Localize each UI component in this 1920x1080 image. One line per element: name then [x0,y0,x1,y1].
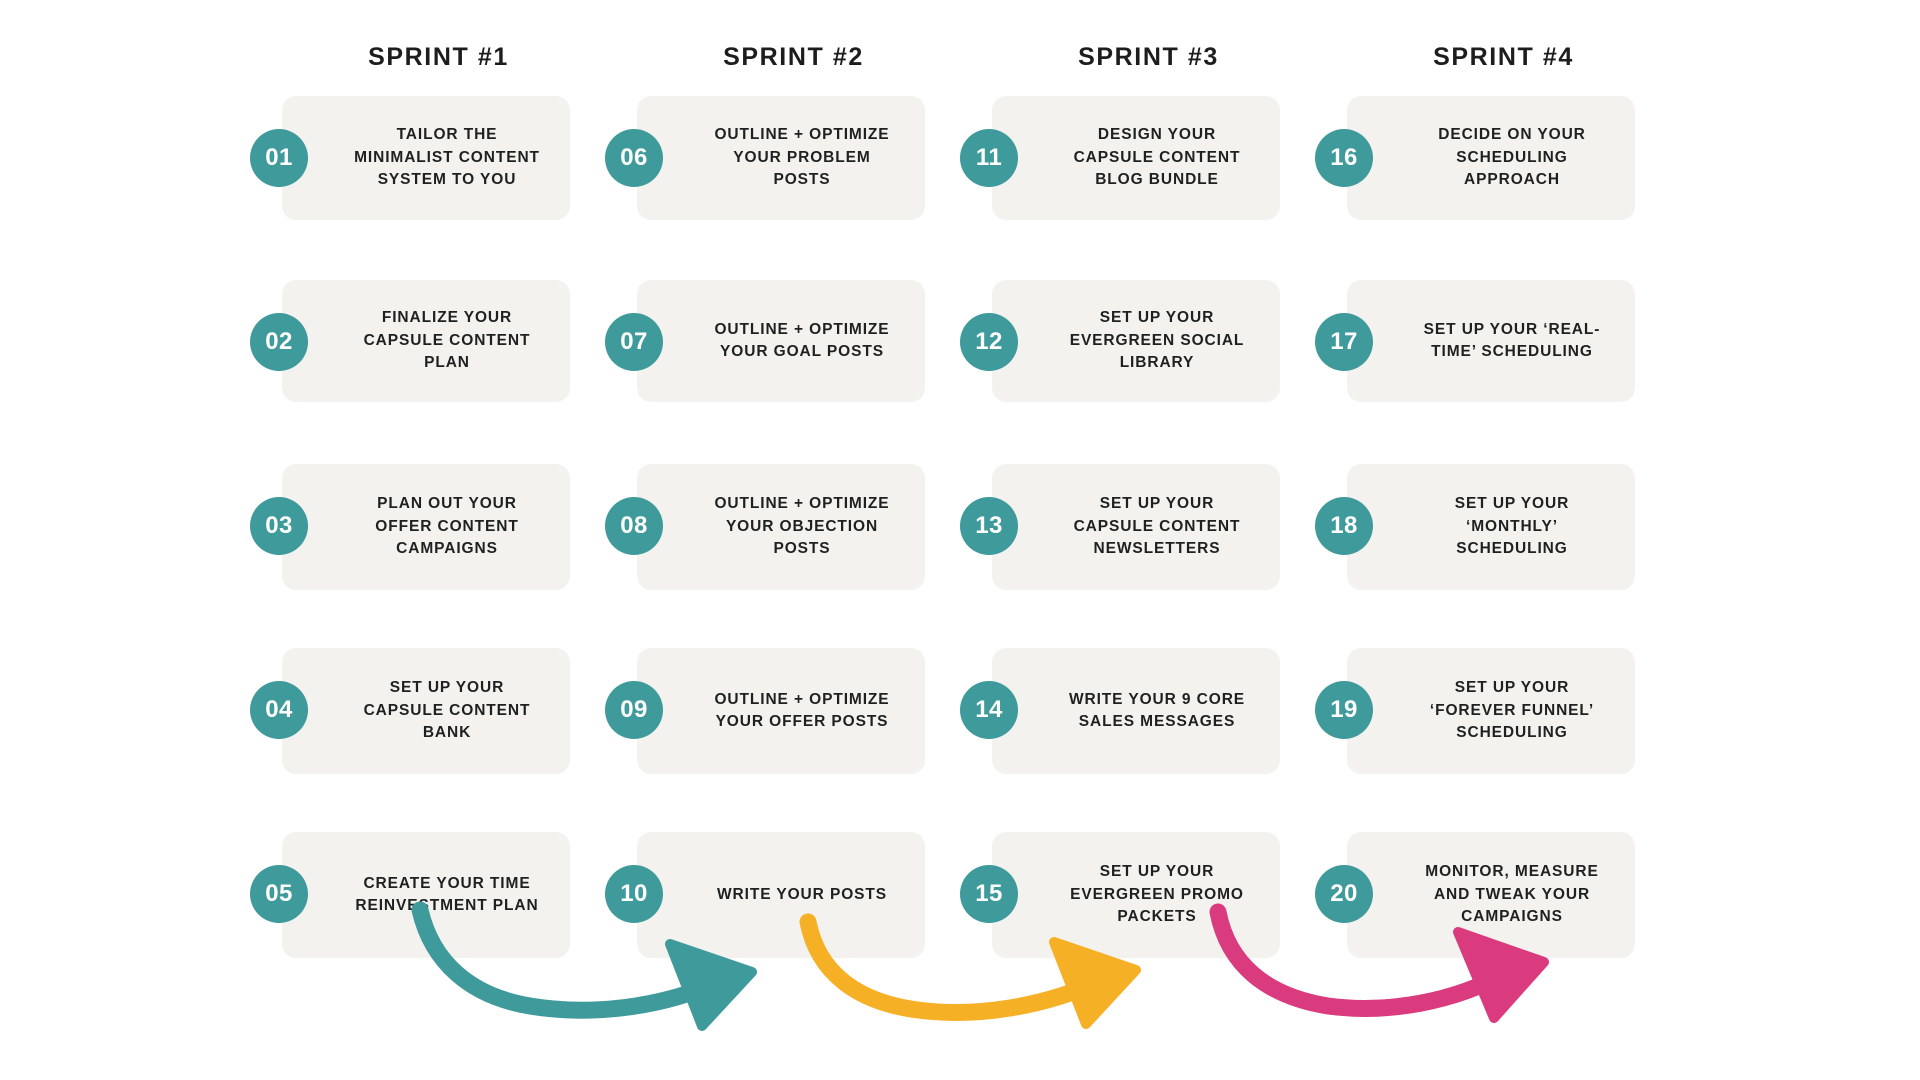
task-label: SET UP YOUR CAPSULE CONTENT NEWSLETTERS [1073,495,1241,558]
task-card[interactable]: SET UP YOUR CAPSULE CONTENT BANK [282,648,570,774]
sprint-task-item[interactable]: DECIDE ON YOUR SCHEDULING APPROACH 16 [1315,96,1670,262]
task-card[interactable]: SET UP YOUR ‘MONTHLY’ SCHEDULING [1347,464,1635,590]
sprint-task-item[interactable]: SET UP YOUR CAPSULE CONTENT NEWSLETTERS 1… [960,464,1315,630]
task-number-badge: 10 [605,865,663,923]
sprint-column-3: SPRINT #3 DESIGN YOUR CAPSULE CONTENT BLO… [960,40,1315,1016]
arrow-sprint2-to-sprint3 [799,913,1141,1029]
task-card[interactable]: OUTLINE + OPTIMIZE YOUR GOAL POSTS [637,280,925,402]
task-label: DESIGN YOUR CAPSULE CONTENT BLOG BUNDLE [1073,126,1241,189]
sprint-task-item[interactable]: SET UP YOUR EVERGREEN SOCIAL LIBRARY 12 [960,280,1315,446]
task-card[interactable]: FINALIZE YOUR CAPSULE CONTENT PLAN [282,280,570,402]
task-number-badge: 19 [1315,681,1373,739]
task-card[interactable]: OUTLINE + OPTIMIZE YOUR PROBLEM POSTS [637,96,925,220]
task-card[interactable]: DECIDE ON YOUR SCHEDULING APPROACH [1347,96,1635,220]
sprint-column-header: SPRINT #3 [1078,43,1219,71]
task-label: OUTLINE + OPTIMIZE YOUR OBJECTION POSTS [714,495,890,558]
task-label: PLAN OUT YOUR OFFER CONTENT CAMPAIGNS [375,495,519,558]
sprint-column-1: SPRINT #1 TAILOR THE MINIMALIST CONTENT S… [250,40,605,1016]
task-card[interactable]: TAILOR THE MINIMALIST CONTENT SYSTEM TO … [282,96,570,220]
task-number-badge: 09 [605,681,663,739]
sprint-column-header: SPRINT #4 [1433,43,1574,71]
sprint-column-2: SPRINT #2 OUTLINE + OPTIMIZE YOUR PROBLEM… [605,40,960,1016]
task-number-badge: 08 [605,497,663,555]
task-number-badge: 05 [250,865,308,923]
sprint-task-item[interactable]: WRITE YOUR 9 CORE SALES MESSAGES 14 [960,648,1315,814]
task-label: DECIDE ON YOUR SCHEDULING APPROACH [1438,126,1586,189]
sprint-task-item[interactable]: SET UP YOUR CAPSULE CONTENT BANK 04 [250,648,605,814]
task-label: SET UP YOUR CAPSULE CONTENT BANK [363,679,531,742]
task-label: SET UP YOUR EVERGREEN SOCIAL LIBRARY [1069,309,1245,372]
task-number-badge: 02 [250,313,308,371]
task-label: SET UP YOUR ‘FOREVER FUNNEL’ SCHEDULING [1429,679,1595,742]
task-card[interactable]: SET UP YOUR EVERGREEN SOCIAL LIBRARY [992,280,1280,402]
task-number-badge: 13 [960,497,1018,555]
sprint-task-item[interactable]: OUTLINE + OPTIMIZE YOUR PROBLEM POSTS 06 [605,96,960,262]
task-number-badge: 20 [1315,865,1373,923]
arrow-sprint3-to-sprint4 [1209,903,1549,1023]
task-label: SET UP YOUR ‘MONTHLY’ SCHEDULING [1454,495,1570,558]
task-number-badge: 18 [1315,497,1373,555]
arrow-row [0,900,1920,1080]
task-number-badge: 11 [960,129,1018,187]
task-label: OUTLINE + OPTIMIZE YOUR OFFER POSTS [714,690,890,731]
sprint-task-item[interactable]: TAILOR THE MINIMALIST CONTENT SYSTEM TO … [250,96,605,262]
sprint-task-item[interactable]: PLAN OUT YOUR OFFER CONTENT CAMPAIGNS 03 [250,464,605,630]
sprint-column-4: SPRINT #4 DECIDE ON YOUR SCHEDULING APPRO… [1315,40,1670,1016]
task-number-badge: 17 [1315,313,1373,371]
sprint-roadmap-board: SPRINT #1 TAILOR THE MINIMALIST CONTENT S… [0,0,1920,1080]
sprint-task-item[interactable]: OUTLINE + OPTIMIZE YOUR OFFER POSTS 09 [605,648,960,814]
task-card[interactable]: SET UP YOUR CAPSULE CONTENT NEWSLETTERS [992,464,1280,590]
task-label: WRITE YOUR 9 CORE SALES MESSAGES [1068,690,1246,731]
task-number-badge: 04 [250,681,308,739]
task-label: SET UP YOUR ‘REAL-TIME’ SCHEDULING [1423,320,1601,361]
task-card[interactable]: DESIGN YOUR CAPSULE CONTENT BLOG BUNDLE [992,96,1280,220]
sprint-task-item[interactable]: DESIGN YOUR CAPSULE CONTENT BLOG BUNDLE 1… [960,96,1315,262]
task-number-badge: 12 [960,313,1018,371]
sprint-task-item[interactable]: SET UP YOUR ‘REAL-TIME’ SCHEDULING 17 [1315,280,1670,446]
task-card[interactable]: WRITE YOUR 9 CORE SALES MESSAGES [992,648,1280,774]
sprint-task-item[interactable]: SET UP YOUR ‘MONTHLY’ SCHEDULING 18 [1315,464,1670,630]
task-card[interactable]: SET UP YOUR ‘REAL-TIME’ SCHEDULING [1347,280,1635,402]
sprint-task-item[interactable]: SET UP YOUR ‘FOREVER FUNNEL’ SCHEDULING 1… [1315,648,1670,814]
task-card[interactable]: OUTLINE + OPTIMIZE YOUR OBJECTION POSTS [637,464,925,590]
task-label: OUTLINE + OPTIMIZE YOUR PROBLEM POSTS [714,126,890,189]
task-number-badge: 15 [960,865,1018,923]
task-number-badge: 07 [605,313,663,371]
sprint-column-header: SPRINT #1 [368,43,509,71]
arrow-sprint1-to-sprint2 [411,901,757,1031]
sprint-column-header: SPRINT #2 [723,43,864,71]
sprint-columns-grid: SPRINT #1 TAILOR THE MINIMALIST CONTENT S… [250,40,1670,1016]
task-card[interactable]: SET UP YOUR ‘FOREVER FUNNEL’ SCHEDULING [1347,648,1635,774]
sprint-task-item[interactable]: OUTLINE + OPTIMIZE YOUR GOAL POSTS 07 [605,280,960,446]
task-card[interactable]: OUTLINE + OPTIMIZE YOUR OFFER POSTS [637,648,925,774]
task-number-badge: 16 [1315,129,1373,187]
task-number-badge: 03 [250,497,308,555]
task-card[interactable]: PLAN OUT YOUR OFFER CONTENT CAMPAIGNS [282,464,570,590]
sprint-task-item[interactable]: OUTLINE + OPTIMIZE YOUR OBJECTION POSTS 0… [605,464,960,630]
task-number-badge: 14 [960,681,1018,739]
sprint-task-item[interactable]: FINALIZE YOUR CAPSULE CONTENT PLAN 02 [250,280,605,446]
task-label: FINALIZE YOUR CAPSULE CONTENT PLAN [363,309,531,372]
task-label: TAILOR THE MINIMALIST CONTENT SYSTEM TO … [354,126,540,189]
task-number-badge: 06 [605,129,663,187]
task-label: OUTLINE + OPTIMIZE YOUR GOAL POSTS [714,320,890,361]
task-number-badge: 01 [250,129,308,187]
